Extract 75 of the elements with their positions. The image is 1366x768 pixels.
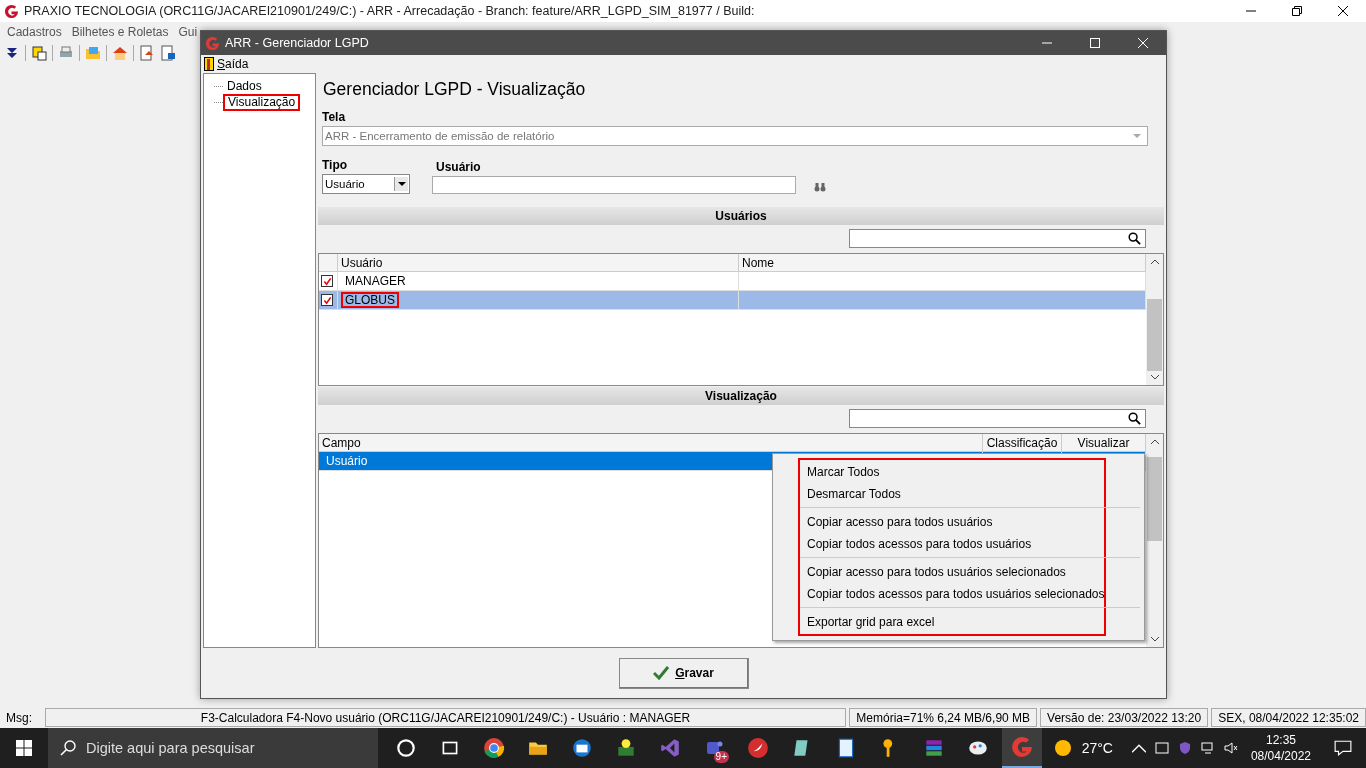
menu-item[interactable]: Exportar grid para excel (800, 611, 1104, 633)
house-icon[interactable] (112, 45, 128, 61)
table-cell: GLOBUS (341, 292, 399, 308)
tree-item[interactable]: Dados (223, 78, 266, 94)
speaker-muted-icon[interactable] (1223, 741, 1238, 755)
checkmark-icon (653, 666, 670, 680)
logo-icon[interactable] (1011, 736, 1033, 758)
dialog-title: ARR - Gerenciador LGPD (225, 36, 370, 50)
search-icon (1128, 412, 1141, 425)
search-field[interactable] (849, 409, 1146, 428)
status-label: Msg: (5, 710, 33, 725)
field-label: Tela (321, 110, 347, 124)
field-label: Usuário (435, 160, 482, 174)
user-input-field[interactable] (432, 176, 796, 194)
table-cell-text: Usuário (325, 453, 369, 469)
clock-time[interactable]: 12:35 (1265, 732, 1296, 748)
network-icon[interactable] (1200, 741, 1215, 755)
temperature[interactable]: 27°C (1081, 740, 1113, 756)
chrome-icon[interactable] (483, 737, 505, 759)
menu-item[interactable]: Saída (217, 57, 249, 71)
table-cell-text: MANAGER (344, 273, 407, 289)
door-icon (204, 57, 214, 71)
notification-icon[interactable] (1334, 740, 1352, 756)
search-field[interactable] (849, 229, 1146, 248)
save-button[interactable]: Gravar (618, 657, 749, 689)
memory-status: Memória=71% 6,24 MB/6,90 MB (849, 708, 1038, 727)
app-title: PRAXIO TECNOLOGIA (ORC11G/JACAREI210901/249/C:) - ARR - Arrecadação - Branch: feature/ARR_LGPD_SIM_81977 / Build: (24, 4, 756, 18)
menu-item[interactable]: Desmarcar Todos (800, 483, 1104, 505)
binoculars-icon[interactable] (814, 182, 826, 192)
dropdown-button[interactable] (394, 177, 408, 191)
menu-item[interactable]: Copiar acesso para todos usuários selecionados (800, 561, 1104, 583)
version-status: Versão de: 23/03/2022 13:20 (1040, 708, 1209, 727)
page-heading: Gerenciador LGPD - Visualização (322, 78, 587, 101)
column-header[interactable]: Usuário (338, 254, 739, 271)
logo-icon (4, 3, 19, 19)
restore-icon[interactable] (1292, 6, 1302, 16)
section-header: Visualização (318, 387, 1164, 405)
table-row[interactable]: GLOBUS (319, 291, 1146, 310)
taskbar-search-field[interactable]: Digite aqui para pesquisar (48, 728, 378, 768)
menu-item[interactable]: Copiar todos acessos para todos usuários (800, 533, 1104, 555)
section-header: Usuários (318, 207, 1164, 225)
menu-item[interactable]: Gui (178, 25, 198, 39)
scrollbar[interactable] (1146, 254, 1163, 385)
circle-icon[interactable] (395, 737, 417, 759)
maximize-icon[interactable] (1090, 38, 1100, 48)
column-header[interactable]: Classificação (983, 434, 1062, 451)
column-header[interactable]: Campo (319, 434, 983, 451)
checkbox[interactable] (321, 275, 333, 287)
menu-item[interactable]: Bilhetes e Roletas (71, 25, 169, 39)
sun-icon[interactable] (1052, 738, 1073, 758)
tree-item[interactable]: Visualização (223, 93, 301, 111)
notification-badge: 9+ (713, 751, 729, 763)
scroll-down-icon[interactable] (1150, 375, 1159, 380)
scroll-up-icon[interactable] (1150, 439, 1159, 444)
scrollbar[interactable] (1146, 434, 1163, 647)
menu-item[interactable]: Copiar todos acessos para todos usuários selecionados (800, 583, 1104, 605)
logo-icon (205, 35, 220, 51)
field-label: Tipo (321, 158, 349, 172)
type-dropdown[interactable]: Usuário (322, 174, 410, 194)
menu-item[interactable]: Copiar acesso para todos usuários (800, 511, 1104, 533)
shield-icon[interactable] (1177, 741, 1192, 755)
close-icon[interactable] (1338, 6, 1348, 16)
search-icon (1128, 232, 1141, 245)
visual-studio-icon[interactable] (659, 737, 681, 759)
scroll-down-icon[interactable] (1150, 637, 1159, 642)
menu-item[interactable]: Cadastros (7, 25, 62, 39)
clock-date[interactable]: 08/04/2022 (1250, 748, 1311, 764)
dropdown-arrow-icon[interactable] (397, 182, 406, 186)
windows-icon[interactable] (16, 740, 32, 756)
scroll-up-icon[interactable] (1150, 259, 1159, 264)
checkbox[interactable] (321, 294, 333, 306)
archive-icon[interactable] (923, 737, 945, 759)
search-icon (60, 740, 76, 756)
datetime-status: SEX, 08/04/2022 12:35:02 (1211, 708, 1366, 727)
status-message: F3-Calculadora F4-Novo usuário (ORC11G/JACAREI210901/249/C:) - Usuário : MANAGER (44, 708, 847, 727)
